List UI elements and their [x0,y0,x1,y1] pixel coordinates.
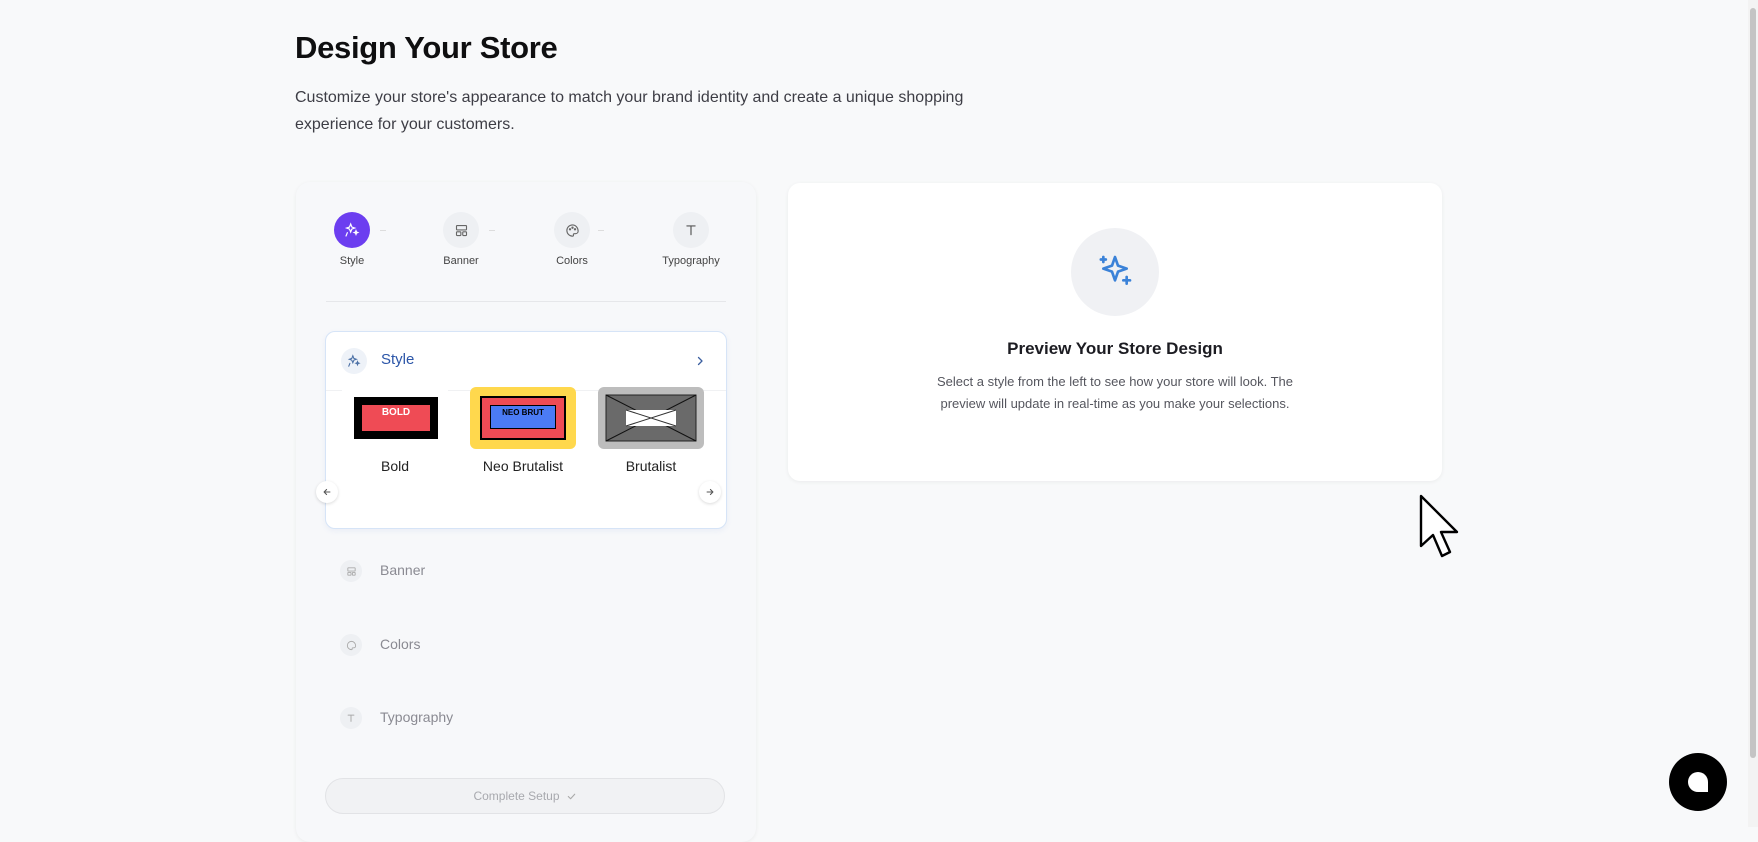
thumb-text: NEO BRUT [490,405,556,429]
step-colors[interactable]: Colors [532,212,612,267]
palette-icon [554,212,590,248]
step-label: Colors [556,255,588,267]
section-label: Colors [380,636,421,652]
type-icon [673,212,709,248]
section-typography[interactable]: Typography [325,698,725,738]
chat-bubble-icon [1688,772,1708,792]
style-option-label: Brutalist [625,458,677,474]
step-label: Banner [443,255,479,267]
style-section-header[interactable]: Style [326,332,726,391]
preview-panel: Preview Your Store Design Select a style… [788,183,1442,481]
style-section-title: Style [381,351,415,368]
thumb-text: BOLD [362,405,430,431]
step-connector [489,230,495,231]
preview-description: Select a style from the left to see how … [937,374,1293,411]
complete-setup-label: Complete Setup [473,789,560,803]
neo-brutalist-thumbnail: NEO BRUT [470,387,576,449]
section-label: Typography [380,709,454,725]
sparkles-icon [334,212,370,248]
page-title: Design Your Store [295,30,558,65]
section-label: Banner [380,562,426,578]
step-style[interactable]: Style [312,212,392,267]
brutalist-thumbnail [598,387,704,449]
style-option-brutalist[interactable]: Brutalist [596,387,706,474]
complete-setup-button[interactable]: Complete Setup [325,778,725,814]
step-banner[interactable]: Banner [421,212,501,267]
arrow-right-icon [706,488,714,496]
scrollbar-thumb[interactable] [1750,8,1756,758]
setup-panel: Style Banner Colors Typography Style BOL… [296,182,756,842]
style-option-label: Neo Brutalist [482,458,564,474]
carousel-prev-button[interactable] [316,481,338,503]
divider [326,301,726,302]
type-icon [340,707,362,729]
stepper: Style Banner Colors Typography [296,212,756,272]
carousel-next-button[interactable] [699,481,721,503]
sparkles-icon [1071,228,1159,316]
style-section-card: Style BOLD Bold NEO BRUT Neo Brutalist B… [325,331,727,529]
section-colors[interactable]: Colors [325,625,725,665]
page-subtitle: Customize your store's appearance to mat… [295,89,964,133]
chevron-right-icon[interactable] [689,350,711,372]
style-option-label: Bold [380,458,410,474]
sparkles-icon [341,348,367,374]
page-scrollbar[interactable] [1748,0,1758,827]
layout-icon [443,212,479,248]
chat-button[interactable] [1669,753,1727,811]
step-connector [380,230,386,231]
bold-thumbnail: BOLD [342,387,448,449]
step-label: Style [339,255,365,267]
layout-icon [340,560,362,582]
style-option-neo-brutalist[interactable]: NEO BRUT Neo Brutalist [468,387,578,474]
check-icon [567,793,575,799]
step-typography[interactable]: Typography [651,212,731,267]
mouse-pointer-icon [1419,494,1463,567]
arrow-left-icon [323,488,331,496]
palette-icon [340,634,362,656]
section-banner[interactable]: Banner [325,551,725,591]
step-label: Typography [662,255,720,267]
style-option-bold[interactable]: BOLD Bold [340,387,450,474]
step-connector [598,230,604,231]
preview-title: Preview Your Store Design [1007,339,1223,358]
